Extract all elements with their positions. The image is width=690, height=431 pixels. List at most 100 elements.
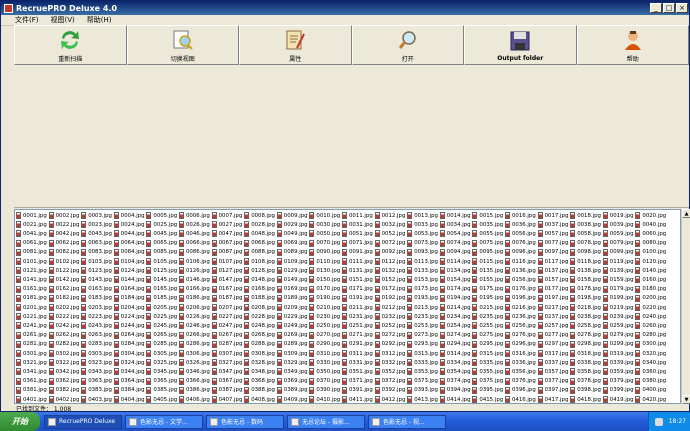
output-folder-button[interactable]: Output folder — [464, 25, 577, 65]
file-item[interactable]: 0132.jpg — [374, 266, 407, 275]
file-item[interactable]: 0060.jpg — [635, 229, 667, 238]
file-item[interactable]: 0047.jpg — [211, 229, 244, 238]
file-item[interactable]: 0296.jpg — [505, 340, 537, 349]
file-item[interactable]: 0172.jpg — [374, 285, 407, 294]
file-item[interactable]: 0205.jpg — [146, 303, 178, 312]
file-item[interactable]: 0380.jpg — [635, 377, 667, 386]
file-item[interactable]: 0389.jpg — [276, 386, 309, 395]
file-item[interactable]: 0374.jpg — [439, 377, 472, 386]
file-item[interactable]: 0266.jpg — [179, 331, 211, 340]
file-item[interactable]: 0371.jpg — [342, 377, 374, 386]
file-item[interactable]: 0013.jpg — [407, 211, 439, 220]
file-item[interactable]: 0048.jpg — [244, 229, 276, 238]
file-item[interactable]: 0408.jpg — [244, 395, 276, 403]
file-item[interactable]: 0192.jpg — [374, 294, 407, 303]
file-item[interactable]: 0016.jpg — [505, 211, 537, 220]
file-item[interactable]: 0348.jpg — [244, 367, 276, 376]
file-item[interactable]: 0025.jpg — [146, 220, 178, 229]
close-button[interactable]: × — [676, 3, 688, 13]
file-item[interactable]: 0282.jpg — [48, 340, 81, 349]
file-item[interactable]: 0141.jpg — [16, 275, 48, 284]
file-item[interactable]: 0054.jpg — [439, 229, 472, 238]
file-item[interactable]: 0196.jpg — [505, 294, 537, 303]
file-item[interactable]: 0336.jpg — [505, 358, 537, 367]
file-item[interactable]: 0325.jpg — [146, 358, 178, 367]
file-item[interactable]: 0174.jpg — [439, 285, 472, 294]
file-item[interactable]: 0118.jpg — [570, 257, 602, 266]
file-item[interactable]: 0253.jpg — [407, 321, 439, 330]
file-item[interactable]: 0062.jpg — [48, 239, 81, 248]
file-item[interactable]: 0134.jpg — [439, 266, 472, 275]
file-item[interactable]: 0354.jpg — [439, 367, 472, 376]
file-item[interactable]: 0153.jpg — [407, 275, 439, 284]
rescan-button[interactable]: 重新扫描 — [14, 25, 127, 65]
file-item[interactable]: 0121.jpg — [16, 266, 48, 275]
file-item[interactable]: 0236.jpg — [505, 312, 537, 321]
file-item[interactable]: 0166.jpg — [179, 285, 211, 294]
file-item[interactable]: 0400.jpg — [635, 386, 667, 395]
file-item[interactable]: 0122.jpg — [48, 266, 81, 275]
task-button[interactable]: 色影无忌 - 数码 — [206, 414, 284, 429]
file-item[interactable]: 0291.jpg — [342, 340, 374, 349]
file-item[interactable]: 0276.jpg — [505, 331, 537, 340]
file-item[interactable]: 0102.jpg — [48, 257, 81, 266]
file-item[interactable]: 0149.jpg — [276, 275, 309, 284]
file-item[interactable]: 0415.jpg — [472, 395, 504, 403]
file-item[interactable]: 0333.jpg — [407, 358, 439, 367]
file-item[interactable]: 0269.jpg — [276, 331, 309, 340]
file-item[interactable]: 0342.jpg — [48, 367, 81, 376]
file-item[interactable]: 0027.jpg — [211, 220, 244, 229]
file-item[interactable]: 0293.jpg — [407, 340, 439, 349]
file-item[interactable]: 0241.jpg — [16, 321, 48, 330]
file-item[interactable]: 0183.jpg — [81, 294, 113, 303]
file-item[interactable]: 0098.jpg — [570, 248, 602, 257]
file-item[interactable]: 0227.jpg — [211, 312, 244, 321]
file-item[interactable]: 0002.jpg — [48, 211, 81, 220]
file-item[interactable]: 0177.jpg — [537, 285, 570, 294]
file-item[interactable]: 0046.jpg — [179, 229, 211, 238]
file-item[interactable]: 0079.jpg — [602, 239, 635, 248]
file-item[interactable]: 0379.jpg — [602, 377, 635, 386]
file-item[interactable]: 0305.jpg — [146, 349, 178, 358]
file-item[interactable]: 0100.jpg — [635, 248, 667, 257]
file-item[interactable]: 0075.jpg — [472, 239, 504, 248]
file-item[interactable]: 0396.jpg — [505, 386, 537, 395]
file-item[interactable]: 0034.jpg — [439, 220, 472, 229]
file-item[interactable]: 0029.jpg — [276, 220, 309, 229]
file-item[interactable]: 0340.jpg — [635, 358, 667, 367]
file-item[interactable]: 0356.jpg — [505, 367, 537, 376]
file-item[interactable]: 0233.jpg — [407, 312, 439, 321]
file-item[interactable]: 0160.jpg — [635, 275, 667, 284]
scroll-up-icon[interactable]: ▲ — [682, 209, 690, 218]
file-item[interactable]: 0119.jpg — [602, 257, 635, 266]
file-item[interactable]: 0142.jpg — [48, 275, 81, 284]
file-item[interactable]: 0011.jpg — [342, 211, 374, 220]
file-item[interactable]: 0393.jpg — [407, 386, 439, 395]
file-item[interactable]: 0191.jpg — [342, 294, 374, 303]
file-item[interactable]: 0369.jpg — [276, 377, 309, 386]
file-item[interactable]: 0185.jpg — [146, 294, 178, 303]
file-item[interactable]: 0211.jpg — [342, 303, 374, 312]
file-item[interactable]: 0145.jpg — [146, 275, 178, 284]
file-item[interactable]: 0086.jpg — [179, 248, 211, 257]
file-item[interactable]: 0386.jpg — [179, 386, 211, 395]
file-item[interactable]: 0249.jpg — [276, 321, 309, 330]
file-item[interactable]: 0162.jpg — [48, 285, 81, 294]
file-item[interactable]: 0418.jpg — [570, 395, 602, 403]
file-item[interactable]: 0262.jpg — [48, 331, 81, 340]
file-item[interactable]: 0222.jpg — [48, 312, 81, 321]
file-item[interactable]: 0378.jpg — [570, 377, 602, 386]
file-item[interactable]: 0355.jpg — [472, 367, 504, 376]
file-item[interactable]: 0169.jpg — [276, 285, 309, 294]
file-item[interactable]: 0101.jpg — [16, 257, 48, 266]
file-item[interactable]: 0312.jpg — [374, 349, 407, 358]
file-item[interactable]: 0283.jpg — [81, 340, 113, 349]
file-item[interactable]: 0307.jpg — [211, 349, 244, 358]
file-item[interactable]: 0223.jpg — [81, 312, 113, 321]
file-item[interactable]: 0242.jpg — [48, 321, 81, 330]
task-button[interactable]: 无忌论坛 - 摄影... — [287, 414, 365, 429]
file-item[interactable]: 0017.jpg — [537, 211, 570, 220]
file-item[interactable]: 0359.jpg — [602, 367, 635, 376]
file-item[interactable]: 0171.jpg — [342, 285, 374, 294]
file-item[interactable]: 0072.jpg — [374, 239, 407, 248]
